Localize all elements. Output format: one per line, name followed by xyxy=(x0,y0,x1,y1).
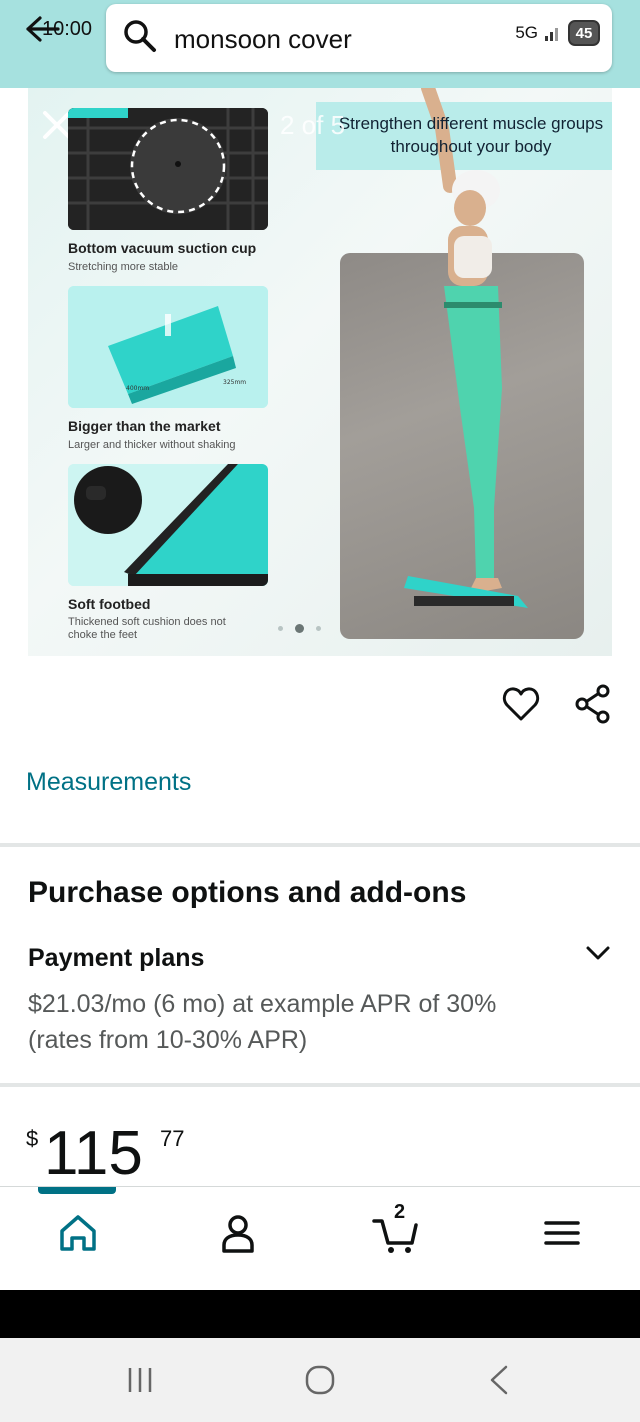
search-input[interactable]: monsoon cover xyxy=(174,24,352,55)
section-divider xyxy=(0,1083,640,1087)
chevron-down-icon[interactable] xyxy=(584,942,612,964)
account-icon[interactable] xyxy=(214,1209,262,1257)
measurements-link[interactable]: Measurements xyxy=(26,768,191,797)
share-icon[interactable] xyxy=(574,684,612,724)
feature-subtitle: Thickened soft cushion does not choke th… xyxy=(68,616,226,641)
system-navigation-bar xyxy=(0,1338,640,1422)
bottom-tab-bar xyxy=(0,1186,640,1288)
dimension-label: 325mm xyxy=(223,379,246,386)
price-fraction: 77 xyxy=(160,1126,185,1151)
purchase-options-title: Purchase options and add-ons xyxy=(28,876,467,909)
model-figure xyxy=(404,88,528,608)
product-image-gallery[interactable]: Bottom vacuum suction cup Stretching mor… xyxy=(28,88,612,656)
signal-icon xyxy=(545,28,558,41)
feature-title: Bigger than the market xyxy=(68,418,221,434)
cart-count-badge: 2 xyxy=(394,1201,406,1223)
heart-icon[interactable] xyxy=(502,686,540,722)
recent-apps-icon[interactable] xyxy=(120,1364,160,1396)
dimension-label: 400mm xyxy=(126,385,149,392)
feature-title: Bottom vacuum suction cup xyxy=(68,240,257,256)
feature-title: Soft footbed xyxy=(68,596,151,612)
price-whole: 115 xyxy=(44,1119,143,1188)
status-icons: 5G 45 xyxy=(515,20,600,46)
network-label: 5G xyxy=(515,23,538,42)
image-counter: 2 of 5 xyxy=(280,110,346,140)
payment-plans-description: $21.03/mo (6 mo) at example APR of 30% (… xyxy=(28,990,497,1054)
headline-text: Strengthen different muscle groups throu… xyxy=(338,114,604,156)
carousel-dot[interactable] xyxy=(278,626,283,631)
carousel-dot[interactable] xyxy=(316,626,321,631)
feature-subtitle: Larger and thicker without shaking xyxy=(68,439,236,451)
status-time: 10:00 xyxy=(26,16,92,42)
suction-cup-image xyxy=(68,108,268,230)
feature-subtitle: Stretching more stable xyxy=(68,261,179,273)
back-button-icon[interactable] xyxy=(480,1364,520,1396)
active-tab-indicator xyxy=(38,1187,116,1194)
payment-plans-title[interactable]: Payment plans xyxy=(28,944,204,973)
menu-icon[interactable] xyxy=(538,1209,586,1257)
home-button-icon[interactable] xyxy=(300,1364,340,1396)
section-divider xyxy=(0,843,640,847)
price-currency: $ xyxy=(26,1126,39,1151)
battery-indicator: 45 xyxy=(568,20,600,46)
board-size-image: 400mm 325mm xyxy=(68,286,268,408)
home-icon[interactable] xyxy=(54,1209,102,1257)
top-header: monsoon cover 10:00 5G 45 xyxy=(0,0,640,88)
carousel-dot-active[interactable] xyxy=(295,624,304,633)
footbed-image xyxy=(68,464,268,586)
search-icon[interactable] xyxy=(120,16,160,56)
system-spacer xyxy=(0,1290,640,1338)
carousel-dots[interactable] xyxy=(278,624,321,633)
